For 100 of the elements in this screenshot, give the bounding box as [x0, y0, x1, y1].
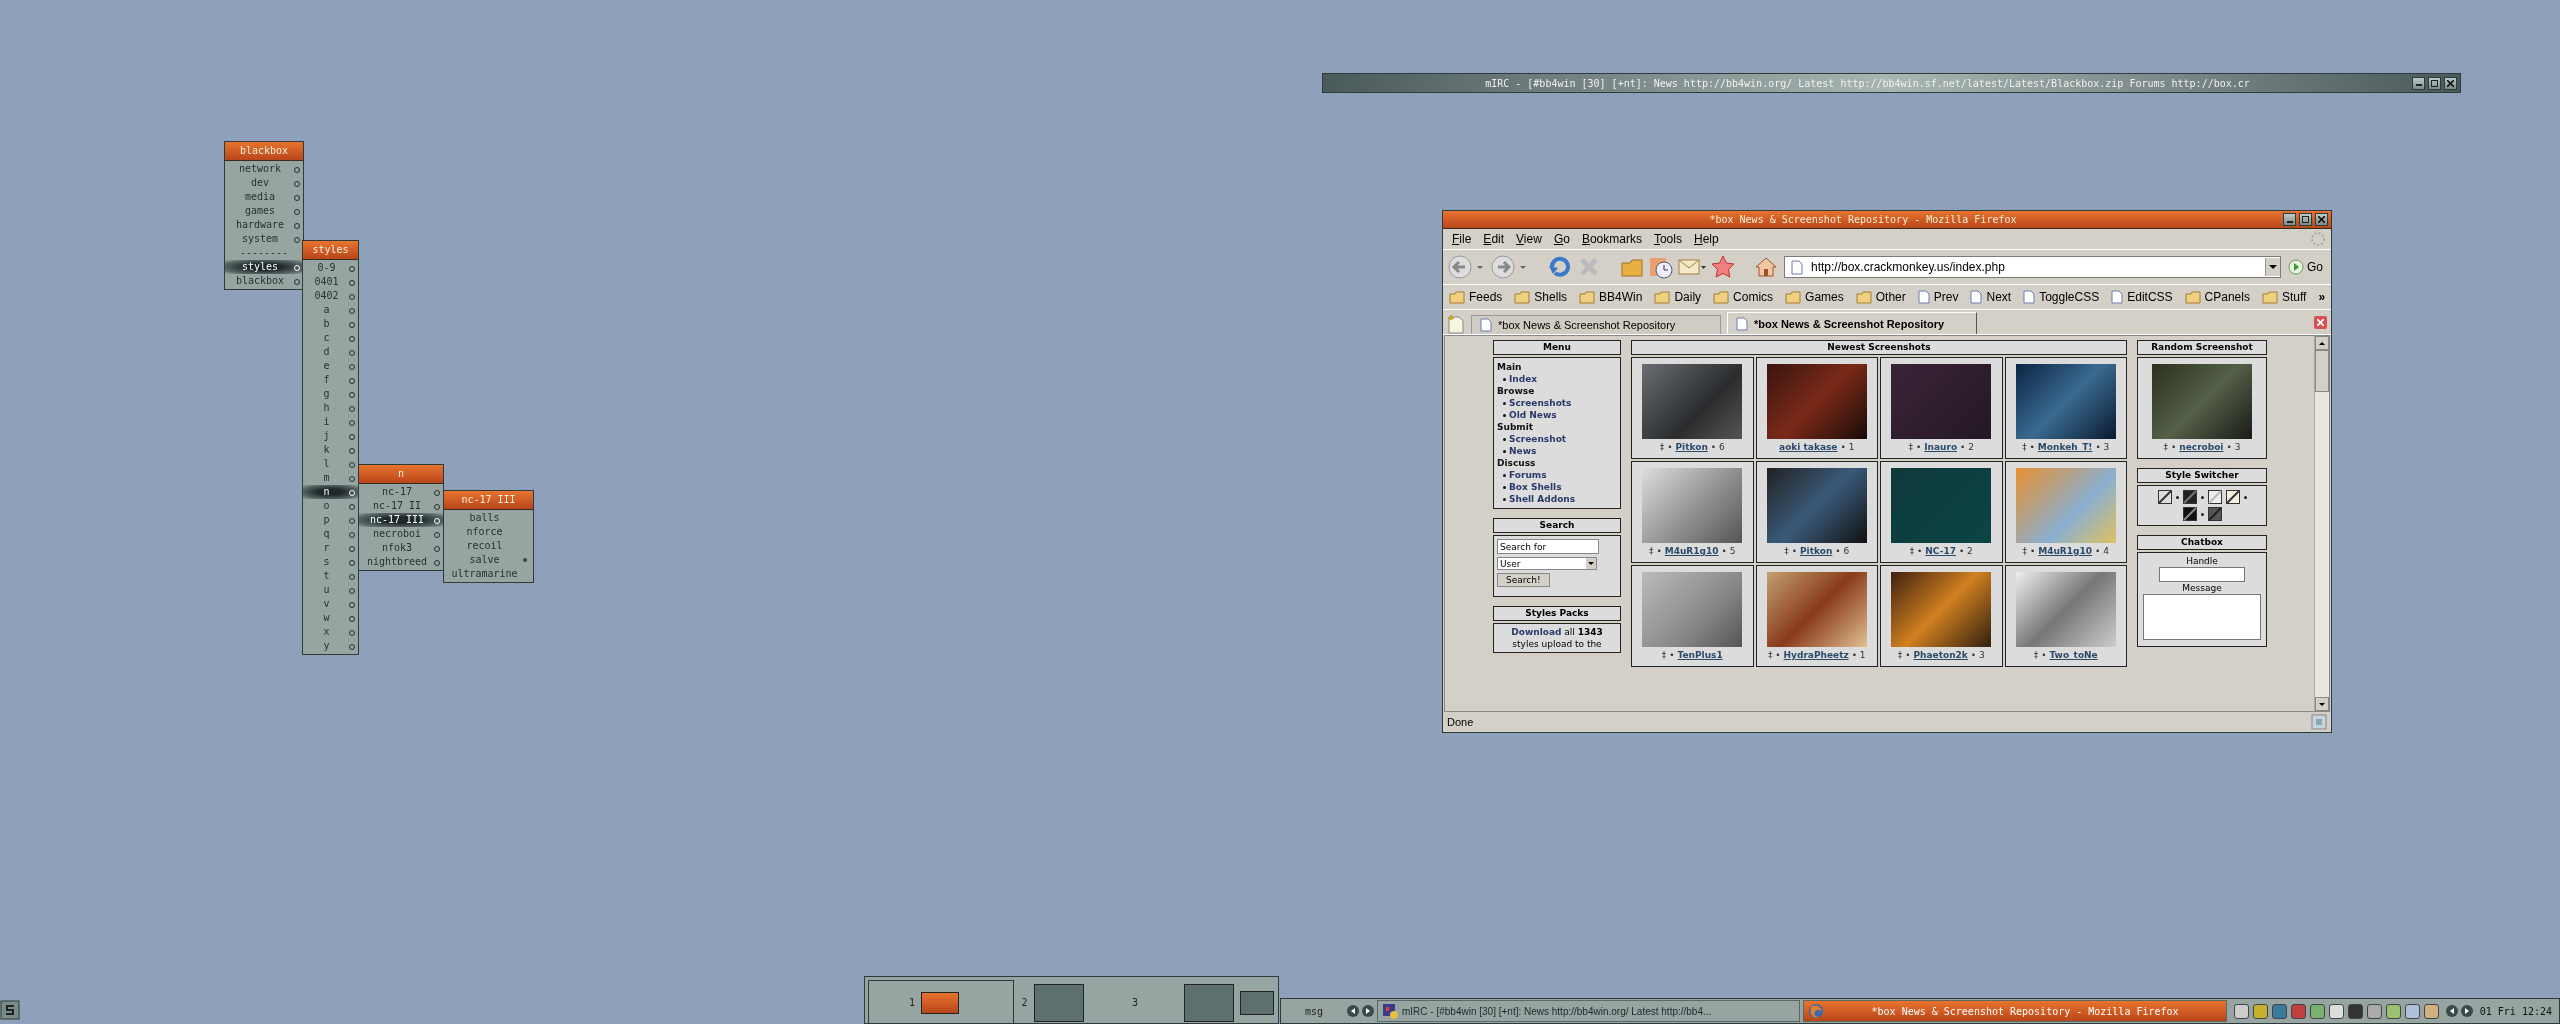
menu-item[interactable]: games — [225, 204, 303, 218]
menu-item[interactable]: nightbreed — [359, 555, 443, 569]
message-field[interactable] — [2143, 594, 2261, 640]
menu-item[interactable]: y — [303, 639, 358, 653]
screenshot-thumbnail[interactable] — [1642, 468, 1743, 543]
tray-icon[interactable] — [2347, 1003, 2363, 1019]
search-field[interactable]: Search for — [1497, 539, 1599, 554]
nav-link[interactable]: Old News — [1509, 409, 1557, 421]
screenshot-thumbnail[interactable] — [2015, 572, 2116, 647]
back-icon[interactable] — [1447, 254, 1473, 280]
bookmark-item[interactable]: BB4Win — [1579, 290, 1643, 304]
bookmark-item[interactable]: CPanels — [2184, 290, 2250, 304]
menu-item[interactable]: n — [303, 485, 358, 499]
bookmark-item[interactable]: Prev — [1917, 290, 1959, 304]
menu-item[interactable]: Bookmarks — [1576, 232, 1647, 246]
menu-item[interactable]: nc-17 — [359, 485, 443, 499]
tray-icon[interactable] — [2366, 1003, 2382, 1019]
forward-icon[interactable] — [1490, 254, 1516, 280]
browser-tab[interactable]: *box News & Screenshot Repository — [1471, 315, 1721, 334]
download-link[interactable]: Download — [1511, 627, 1562, 637]
screenshot-thumbnail[interactable] — [2015, 364, 2116, 439]
menu-item[interactable]: i — [303, 415, 358, 429]
workspace[interactable]: 1 — [868, 980, 1015, 1024]
taskbar-button[interactable]: mIRC - [#bb4win [30] [+nt]: News http://bb4win.org/ Latest http://bb4... — [1377, 1000, 1801, 1022]
next-button[interactable] — [2460, 1005, 2473, 1017]
menu-item[interactable]: Tools — [1648, 232, 1687, 246]
screenshot-thumbnail[interactable] — [1891, 572, 1992, 647]
menu-item[interactable]: nfok3 — [359, 541, 443, 555]
app-icon[interactable] — [0, 1000, 20, 1020]
menu-item[interactable]: media — [225, 190, 303, 204]
screenshot-thumbnail[interactable] — [1766, 468, 1867, 543]
menu-item[interactable]: Edit — [1478, 232, 1510, 246]
address-field[interactable]: http://box.crackmonkey.us/index.php — [1784, 256, 2281, 278]
close-button[interactable] — [2315, 213, 2328, 226]
author-link[interactable]: HydraPheetz — [1783, 650, 1849, 660]
author-link[interactable]: Pitkon — [1675, 442, 1708, 452]
taskbar-button[interactable]: *box News & Screenshot Repository - Mozilla Firefox — [1803, 1000, 2227, 1022]
menu-item[interactable]: k — [303, 443, 358, 457]
nav-link[interactable]: Box Shells — [1509, 481, 1562, 493]
style-swatch-icon[interactable] — [2182, 490, 2197, 504]
menu-item[interactable]: h — [303, 401, 358, 415]
bookmark-item[interactable]: Other — [1855, 290, 1906, 304]
menu-item[interactable]: nc-17 II — [359, 499, 443, 513]
author-link[interactable]: NC-17 — [1925, 546, 1956, 556]
author-link[interactable]: Two_toNe — [2049, 650, 2098, 660]
screenshot-thumbnail[interactable] — [2152, 364, 2252, 439]
menu-item[interactable]: styles — [225, 260, 303, 274]
maximize-button[interactable] — [2299, 213, 2312, 226]
menu-item[interactable]: 0401 — [303, 275, 358, 289]
nav-link[interactable]: Forums — [1509, 469, 1547, 481]
tray-icon[interactable] — [2404, 1003, 2420, 1019]
menu-item[interactable]: dev — [225, 176, 303, 190]
style-swatch-icon[interactable] — [2207, 507, 2222, 521]
star-icon[interactable] — [1710, 254, 1736, 280]
browser-tab[interactable]: *box News & Screenshot Repository — [1727, 312, 1977, 334]
author-link[interactable]: Inauro — [1924, 442, 1958, 452]
nav-link[interactable]: Screenshots — [1509, 397, 1572, 409]
nav-link[interactable]: News — [1509, 445, 1537, 457]
author-link[interactable]: TenPlus1 — [1677, 650, 1723, 660]
screenshot-thumbnail[interactable] — [1891, 468, 1992, 543]
bookmark-item[interactable]: Stuff — [2261, 290, 2307, 304]
menu-item[interactable]: necroboi — [359, 527, 443, 541]
screenshot-thumbnail[interactable] — [2015, 468, 2116, 543]
scrollbar[interactable] — [2314, 336, 2329, 711]
bookmark-item[interactable]: Comics — [1713, 290, 1774, 304]
menu-item[interactable]: system — [225, 232, 303, 246]
menu-item[interactable]: File — [1447, 232, 1477, 246]
bookmark-item[interactable]: Feeds — [1449, 290, 1503, 304]
menu-item[interactable]: w — [303, 611, 358, 625]
workspace[interactable]: 3 — [1126, 980, 1275, 1024]
menu-item[interactable]: u — [303, 583, 358, 597]
menu-item[interactable]: d — [303, 345, 358, 359]
bookmark-item[interactable]: Daily — [1654, 290, 1702, 304]
next-button[interactable] — [1362, 1005, 1374, 1017]
maximize-button[interactable] — [2428, 76, 2441, 90]
mini-window[interactable] — [1184, 983, 1234, 1022]
menu-item[interactable]: f — [303, 373, 358, 387]
menu-item[interactable]: recoil — [444, 539, 533, 553]
user-select[interactable]: User — [1497, 557, 1597, 570]
dropdown-icon[interactable] — [2265, 258, 2280, 276]
tray-icon[interactable] — [2328, 1003, 2344, 1019]
style-swatch-icon[interactable] — [2225, 490, 2240, 504]
menu-item[interactable]: 0-9 — [303, 261, 358, 275]
screenshot-thumbnail[interactable] — [1642, 572, 1743, 647]
tray-icon[interactable] — [2423, 1003, 2439, 1019]
menu-item[interactable]: hardware — [225, 218, 303, 232]
author-link[interactable]: Phaeton2k — [1913, 650, 1968, 660]
search-button[interactable]: Search! — [1497, 573, 1550, 587]
nav-link[interactable]: Index — [1509, 373, 1538, 385]
menu-item[interactable]: ultramarine — [444, 567, 533, 581]
menu-item[interactable]: r — [303, 541, 358, 555]
menu-item[interactable]: x — [303, 625, 358, 639]
bookmark-item[interactable]: Next — [1970, 290, 2012, 304]
bookmark-item[interactable]: Shells — [1514, 290, 1568, 304]
go-button[interactable]: Go — [2284, 259, 2327, 275]
tray-icon[interactable] — [2309, 1003, 2325, 1019]
menu-item[interactable]: g — [303, 387, 358, 401]
menu-item[interactable]: c — [303, 331, 358, 345]
menu-item[interactable]: p — [303, 513, 358, 527]
menu-item[interactable]: Go — [1548, 232, 1575, 246]
